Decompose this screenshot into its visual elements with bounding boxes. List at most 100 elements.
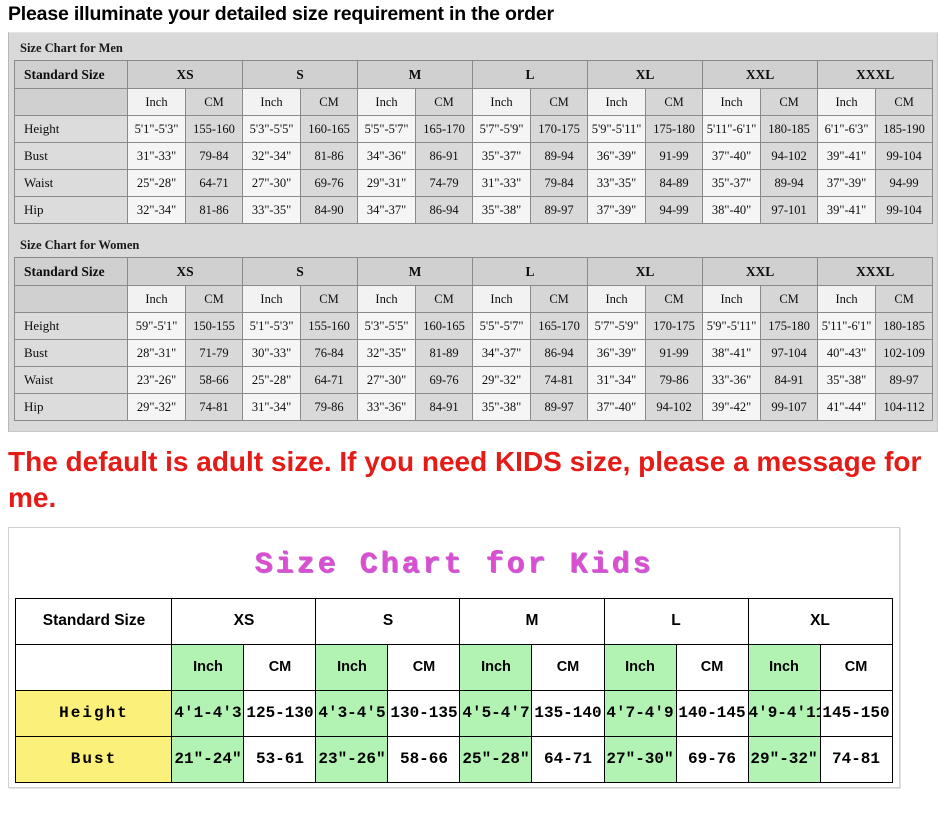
cell: 74-81 [184,393,244,422]
women-unit-inch-xxxl: Inch [817,285,877,314]
cell: 99-104 [875,196,934,225]
kids-row-label-bust: Bust [15,735,173,783]
cell: 170-175 [530,115,589,144]
cell: 64-71 [531,735,605,783]
kids-size-s: S [315,597,461,645]
cell: 160-165 [300,115,359,144]
kids-corner-label: Standard Size [15,597,173,645]
cell: 27"-30" [242,169,302,198]
cell: 33"-36" [702,366,762,395]
cell: 25"-28" [242,366,302,395]
cell: 4'3-4'5 [315,689,389,737]
cell: 5'11"-6'1" [817,312,877,341]
men-unit-corner-blank [14,88,128,117]
women-unit-inch-xs: Inch [127,285,186,314]
cell: 79-84 [530,169,589,198]
women-corner-label: Standard Size [14,257,128,287]
men-unit-header-row: Inch CM Inch CM Inch CM Inch CM Inch CM … [14,88,934,117]
cell: 125-130 [243,689,317,737]
women-size-xxxl: XXXL [817,257,934,287]
men-size-xs: XS [126,60,244,90]
cell: 155-160 [184,115,244,144]
cell: 86-91 [415,142,474,171]
men-unit-cm-xs: CM [184,88,244,117]
table-row: Height 4'1-4'3 125-130 4'3-4'5 130-135 4… [15,689,893,737]
cell: 91-99 [645,339,704,368]
cell: 185-190 [875,115,934,144]
table-row: Bust 28"-31" 71-79 30"-33" 76-84 32"-35"… [14,339,934,368]
women-table-body: Height 59"-5'1" 150-155 5'1"-5'3" 155-16… [14,312,934,422]
men-unit-cm-xxl: CM [760,88,819,117]
cell: 97-104 [760,339,819,368]
women-unit-cm-xs: CM [184,285,244,314]
cell: 36"-39" [587,339,647,368]
kids-size-header-row: Standard Size XS S M L XL [15,597,893,645]
cell: 29"-32" [127,393,186,422]
cell: 175-180 [645,115,704,144]
women-unit-inch-xl: Inch [587,285,647,314]
men-unit-inch-l: Inch [472,88,532,117]
cell: 32"-35" [357,339,417,368]
cell: 64-71 [184,169,244,198]
men-size-header-row: Standard Size XS S M L XL XXL XXXL [14,60,934,90]
cell: 37"-40" [587,393,647,422]
cell: 4'7-4'9 [603,689,677,737]
cell: 23″-26″ [315,735,389,783]
men-unit-cm-xxxl: CM [875,88,934,117]
men-size-xxl: XXL [702,60,819,90]
cell: 34"-37" [357,196,417,225]
cell: 31"-34" [242,393,302,422]
women-row-label-hip: Hip [14,393,128,422]
women-unit-inch-m: Inch [357,285,417,314]
women-unit-inch-xxl: Inch [702,285,762,314]
cell: 21″-24″ [171,735,245,783]
cell: 33"-35" [242,196,302,225]
kids-size-m: M [459,597,605,645]
cell: 35"-38" [472,196,532,225]
cell: 89-97 [530,196,589,225]
women-row-label-waist: Waist [14,366,128,395]
cell: 59"-5'1" [127,312,186,341]
men-unit-inch-xxl: Inch [702,88,762,117]
cell: 104-112 [875,393,934,422]
kids-unit-header-row: Inch CM Inch CM Inch CM Inch CM Inch CM [15,643,893,691]
cell: 94-102 [645,393,704,422]
men-size-xl: XL [587,60,704,90]
cell: 27"-30" [357,366,417,395]
women-unit-inch-s: Inch [242,285,302,314]
cell: 94-99 [645,196,704,225]
cell: 39"-42" [702,393,762,422]
women-size-xl: XL [587,257,704,287]
cell: 5'3"-5'5" [357,312,417,341]
men-unit-inch-xs: Inch [127,88,186,117]
cell: 69-76 [675,735,749,783]
cell: 79-86 [645,366,704,395]
cell: 5'3"-5'5" [242,115,302,144]
women-unit-cm-xl: CM [645,285,704,314]
men-unit-cm-l: CM [530,88,589,117]
cell: 53-61 [243,735,317,783]
men-row-label-waist: Waist [14,169,128,198]
cell: 89-94 [530,142,589,171]
cell: 5'9"-5'11" [702,312,762,341]
kids-unit-cm-m: CM [531,643,605,691]
women-unit-corner-blank [14,285,128,314]
cell: 175-180 [760,312,819,341]
cell: 41"-44" [817,393,877,422]
cell: 4'1-4'3 [171,689,245,737]
men-unit-inch-s: Inch [242,88,302,117]
cell: 180-185 [760,115,819,144]
cell: 86-94 [530,339,589,368]
cell: 89-97 [530,393,589,422]
table-row: Waist 25"-28" 64-71 27"-30" 69-76 29"-31… [14,169,934,198]
cell: 4'5-4'7 [459,689,533,737]
cell: 69-76 [415,366,474,395]
cell: 94-102 [760,142,819,171]
kids-unit-inch-l: Inch [603,643,677,691]
cell: 25"-28" [127,169,186,198]
cell: 5'5"-5'7" [472,312,532,341]
men-unit-inch-xl: Inch [587,88,647,117]
women-unit-cm-m: CM [415,285,474,314]
cell: 31"-33" [127,142,186,171]
men-size-s: S [242,60,359,90]
